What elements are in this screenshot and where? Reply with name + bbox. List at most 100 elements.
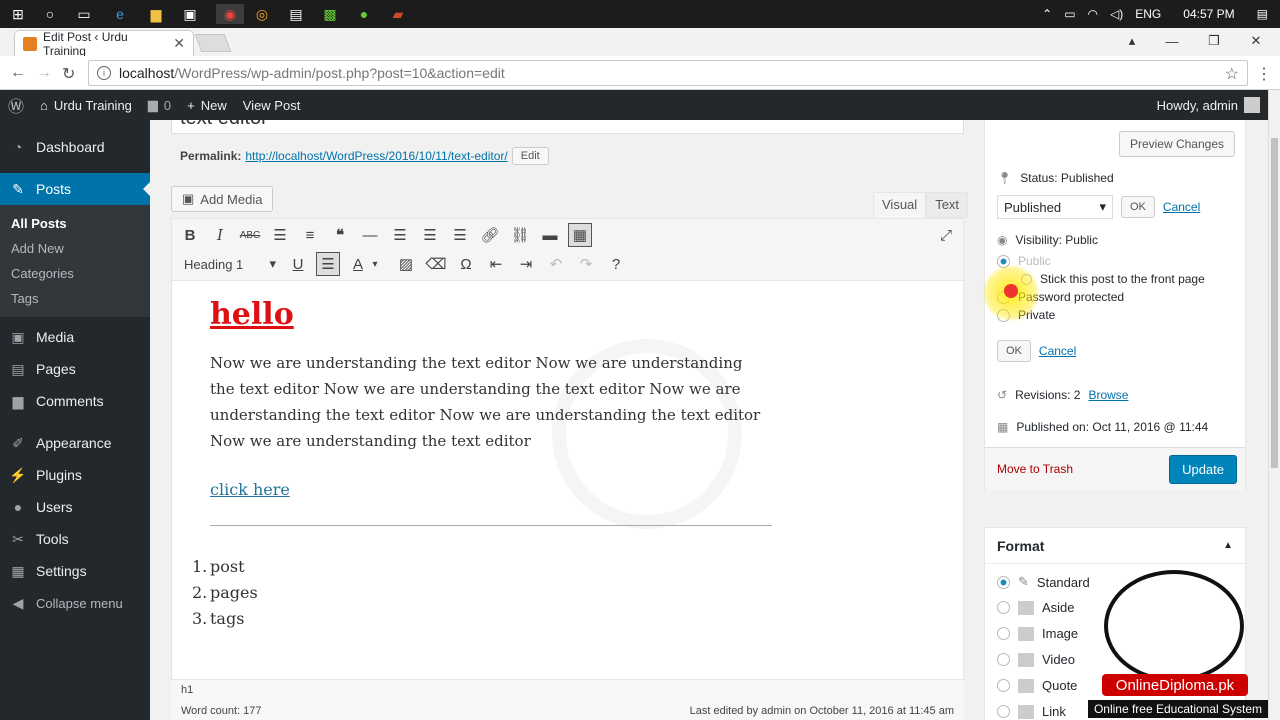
- view-post-link[interactable]: View Post: [235, 90, 309, 120]
- close-window-icon[interactable]: ✕: [1236, 28, 1276, 54]
- align-center-icon[interactable]: ☰: [418, 223, 442, 247]
- status-select[interactable]: Published ▾: [997, 195, 1113, 219]
- close-tab-icon[interactable]: ✕: [173, 35, 185, 52]
- format-box-header[interactable]: Format ▲: [985, 528, 1245, 564]
- store-icon[interactable]: ▣: [180, 4, 200, 24]
- sidebar-item-users[interactable]: ● Users: [0, 491, 150, 523]
- radio-format-standard[interactable]: [997, 575, 1010, 589]
- sidebar-item-appearance[interactable]: ✐ Appearance: [0, 427, 150, 459]
- bullet-list-icon[interactable]: ☰: [268, 223, 292, 247]
- restore-icon[interactable]: ❐: [1194, 28, 1234, 54]
- visibility-cancel-link[interactable]: Cancel: [1039, 344, 1076, 358]
- notepad-icon[interactable]: ▤: [286, 4, 306, 24]
- content-link[interactable]: click here: [210, 480, 770, 499]
- underline-icon[interactable]: U: [286, 252, 310, 276]
- address-bar[interactable]: i localhost/WordPress/wp-admin/post.php?…: [88, 60, 1248, 86]
- user-icon[interactable]: ▴: [1112, 28, 1152, 54]
- visibility-ok-button[interactable]: OK: [997, 340, 1031, 362]
- battery-icon[interactable]: ▭: [1064, 7, 1075, 21]
- comments-link[interactable]: ▆ 0: [140, 90, 179, 120]
- tab-text[interactable]: Text: [926, 192, 969, 218]
- recorder-icon[interactable]: ●: [354, 4, 374, 24]
- site-name-link[interactable]: ⌂ Urdu Training: [32, 90, 140, 120]
- powerpoint-icon[interactable]: ▰: [388, 4, 408, 24]
- sidebar-item-dashboard[interactable]: ◔ Dashboard: [0, 131, 150, 163]
- help-icon[interactable]: ?: [604, 252, 628, 276]
- sidebar-item-settings[interactable]: ▦ Settings: [0, 555, 150, 587]
- scrollbar-thumb[interactable]: [1271, 138, 1278, 468]
- chrome-icon[interactable]: ◉: [216, 4, 244, 24]
- radio-format-quote[interactable]: [997, 679, 1010, 692]
- account-menu[interactable]: Howdy, admin: [1157, 97, 1268, 113]
- browser-menu-icon[interactable]: ⋮: [1256, 64, 1272, 84]
- sidebar-item-media[interactable]: ▣ Media: [0, 321, 150, 353]
- italic-icon[interactable]: I: [208, 223, 232, 247]
- redo-icon[interactable]: ↷: [574, 252, 598, 276]
- browse-revisions-link[interactable]: Browse: [1088, 388, 1128, 402]
- camtasia-icon[interactable]: ▩: [320, 4, 340, 24]
- chevron-up-icon[interactable]: ▲: [1223, 540, 1233, 551]
- chevron-up-icon[interactable]: ⌃: [1042, 7, 1052, 21]
- toolbar-toggle-icon[interactable]: ▦: [568, 223, 592, 247]
- text-color-icon[interactable]: A: [346, 252, 370, 276]
- move-to-trash-link[interactable]: Move to Trash: [997, 462, 1073, 476]
- strikethrough-icon[interactable]: ABC: [238, 223, 262, 247]
- read-more-icon[interactable]: ▬: [538, 223, 562, 247]
- radio-format-link[interactable]: [997, 705, 1010, 718]
- new-content-link[interactable]: + New: [179, 90, 235, 120]
- edit-slug-button[interactable]: Edit: [511, 147, 549, 165]
- bookmark-star-icon[interactable]: ☆: [1225, 64, 1239, 84]
- add-media-button[interactable]: ▣ Add Media: [171, 186, 274, 212]
- align-left-icon[interactable]: ☰: [388, 223, 412, 247]
- align-right-icon[interactable]: ☰: [448, 223, 472, 247]
- status-cancel-link[interactable]: Cancel: [1163, 200, 1200, 214]
- unlink-icon[interactable]: ⛓: [508, 223, 532, 247]
- post-title-input[interactable]: text editor: [171, 120, 964, 134]
- new-tab-button[interactable]: [194, 34, 232, 52]
- radio-format-aside[interactable]: [997, 601, 1010, 614]
- fullscreen-icon[interactable]: ⤢: [934, 223, 958, 247]
- minimize-icon[interactable]: —: [1152, 28, 1192, 54]
- update-button[interactable]: Update: [1169, 455, 1237, 484]
- language-indicator[interactable]: ENG: [1135, 7, 1161, 21]
- special-character-icon[interactable]: Ω: [454, 252, 478, 276]
- sidebar-item-pages[interactable]: ▤ Pages: [0, 353, 150, 385]
- link-icon[interactable]: 🔗︎: [478, 223, 502, 247]
- task-view-icon[interactable]: ▭: [74, 4, 94, 24]
- volume-icon[interactable]: ◁): [1110, 7, 1123, 21]
- search-circle-icon[interactable]: ○: [40, 4, 60, 24]
- indent-icon[interactable]: ⇥: [514, 252, 538, 276]
- paste-text-icon[interactable]: ▨: [394, 252, 418, 276]
- permalink-link[interactable]: http://localhost/WordPress/2016/10/11/te…: [245, 149, 507, 163]
- reload-icon[interactable]: ↻: [62, 64, 75, 84]
- bold-icon[interactable]: B: [178, 223, 202, 247]
- undo-icon[interactable]: ↶: [544, 252, 568, 276]
- clear-formatting-icon[interactable]: ⌫: [424, 252, 448, 276]
- wifi-icon[interactable]: ◠: [1088, 7, 1098, 21]
- sidebar-item-comments[interactable]: ▆ Comments: [0, 385, 150, 417]
- submenu-add-new[interactable]: Add New: [0, 236, 150, 261]
- notifications-icon[interactable]: ▤: [1257, 7, 1268, 21]
- sidebar-item-tools[interactable]: ✂ Tools: [0, 523, 150, 555]
- format-select[interactable]: Heading 1 ▾: [178, 252, 282, 276]
- app-icon[interactable]: ◎: [252, 4, 272, 24]
- status-ok-button[interactable]: OK: [1121, 196, 1155, 218]
- browser-tab[interactable]: Edit Post ‹ Urdu Training ✕: [14, 30, 194, 58]
- blockquote-icon[interactable]: ❝: [328, 223, 352, 247]
- sidebar-item-posts[interactable]: ✎ Posts: [0, 173, 150, 205]
- editor-content[interactable]: hello Now we are understanding the text …: [192, 297, 772, 632]
- horizontal-line-icon[interactable]: —: [358, 223, 382, 247]
- info-icon[interactable]: i: [97, 66, 111, 80]
- clock[interactable]: 04:57 PM: [1183, 7, 1234, 21]
- submenu-all-posts[interactable]: All Posts: [0, 211, 150, 236]
- url[interactable]: localhost/WordPress/wp-admin/post.php?po…: [119, 65, 505, 81]
- windows-start-icon[interactable]: ⊞: [8, 4, 28, 24]
- numbered-list-icon[interactable]: ≡: [298, 223, 322, 247]
- page-scrollbar[interactable]: [1268, 90, 1280, 720]
- edge-icon[interactable]: e: [110, 4, 130, 24]
- back-icon[interactable]: ←: [10, 64, 26, 82]
- preview-changes-button[interactable]: Preview Changes: [1118, 131, 1235, 157]
- chevron-down-icon[interactable]: ▾: [368, 252, 382, 276]
- outdent-icon[interactable]: ⇤: [484, 252, 508, 276]
- explorer-icon[interactable]: ▆: [146, 4, 166, 24]
